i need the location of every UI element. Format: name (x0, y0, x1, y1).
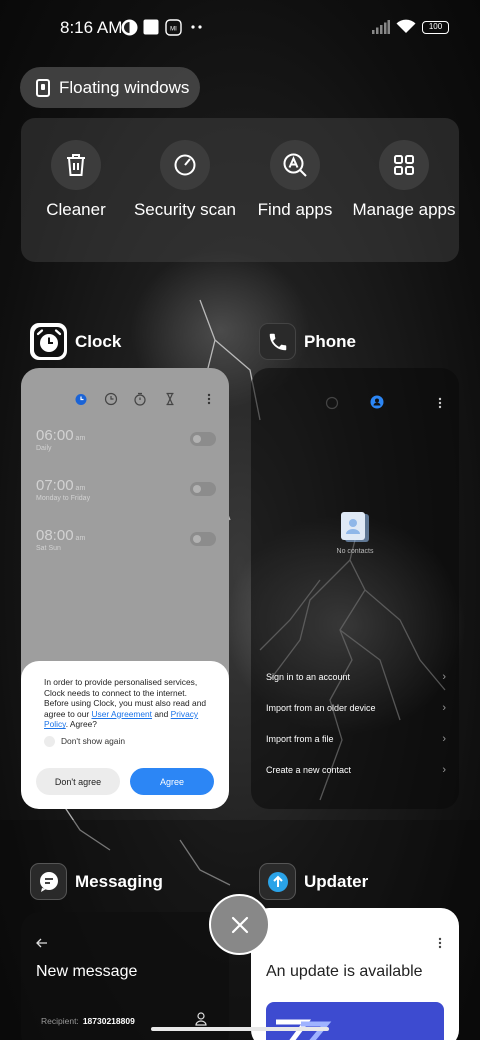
chevron-right-icon: › (442, 733, 446, 745)
no-contacts-label: No contacts (336, 548, 374, 555)
contacts-tab-icon[interactable] (370, 395, 384, 409)
wifi-icon (396, 19, 416, 33)
option-label: Import from an older device (266, 703, 376, 713)
notification-app-icon (121, 19, 138, 36)
security-scan-button[interactable]: Security scan (130, 140, 240, 220)
clock-tabs (21, 392, 229, 408)
chevron-right-icon: › (442, 764, 446, 776)
sign-in-account-option[interactable]: Sign in to an account › (266, 671, 446, 683)
floating-window-icon (36, 78, 50, 97)
floating-windows-label: Floating windows (59, 77, 190, 97)
clock-app-name: Clock (75, 331, 122, 351)
messaging-app-header[interactable]: Messaging (30, 863, 163, 900)
alarm-toggle[interactable] (190, 532, 216, 546)
battery-indicator: 100 (422, 21, 449, 34)
import-older-device-option[interactable]: Import from an older device › (266, 702, 446, 714)
phone-app-icon (259, 323, 296, 360)
messaging-app-card[interactable]: New message Recipient: 18730218809 (21, 912, 229, 1040)
checkbox-icon (44, 735, 55, 747)
updater-app-icon (259, 863, 296, 900)
find-apps-label: Find apps (257, 200, 333, 219)
alarm-repeat: Monday to Friday (36, 495, 91, 502)
option-label: Sign in to an account (266, 672, 351, 682)
alarm-row[interactable]: 07:00 am Monday to Friday (36, 477, 216, 502)
updater-app-name: Updater (304, 871, 369, 891)
new-message-title: New message (36, 963, 138, 980)
clock-app-header[interactable]: Clock (30, 323, 121, 360)
more-options-icon[interactable] (438, 397, 442, 409)
alarm-toggle[interactable] (190, 432, 216, 446)
home-indicator[interactable] (151, 1027, 329, 1031)
manage-apps-label: Manage apps (352, 200, 456, 219)
consent-dialog: In order to provide personalised service… (21, 661, 229, 809)
update-available-title: An update is available (266, 963, 423, 980)
consent-text: In order to provide personalised service… (44, 677, 207, 730)
world-clock-tab-icon[interactable] (104, 392, 118, 406)
alarm-time: 07:00 am (36, 477, 86, 494)
import-file-option[interactable]: Import from a file › (266, 733, 446, 745)
notification-square-icon (143, 19, 159, 35)
updater-app-header[interactable]: Updater (259, 863, 368, 900)
notification-mi-icon: MI (165, 19, 182, 36)
alarm-repeat: Sat Sun (36, 545, 61, 552)
alarm-tab-icon[interactable] (74, 392, 88, 406)
recipient-field[interactable]: Recipient: 18730218809 (41, 1016, 135, 1026)
stopwatch-tab-icon[interactable] (133, 392, 147, 406)
contact-picker-icon[interactable] (195, 1012, 207, 1026)
dont-agree-button[interactable]: Don't agree (36, 768, 120, 795)
recents-tab-icon[interactable] (325, 396, 339, 410)
quick-actions-panel: Cleaner Security scan Find apps Manage a… (21, 118, 459, 262)
alarm-row[interactable]: 08:00 am Sat Sun (36, 527, 216, 552)
recipient-label: Recipient: (41, 1016, 79, 1026)
more-options-icon[interactable] (207, 393, 211, 405)
back-arrow-icon[interactable] (36, 938, 48, 948)
recipient-value: 18730218809 (82, 1016, 135, 1026)
find-apps-icon (270, 140, 320, 190)
option-label: Create a new contact (266, 765, 352, 775)
update-banner-image (266, 1002, 444, 1040)
alarm-row[interactable]: 06:00 am Daily (36, 427, 216, 452)
updater-app-card[interactable]: An update is available (251, 908, 459, 1040)
create-contact-option[interactable]: Create a new contact › (266, 764, 446, 776)
cleaner-button[interactable]: Cleaner (21, 140, 131, 220)
alarm-time: 06:00 am (36, 427, 86, 444)
close-icon (231, 916, 248, 933)
phone-app-card[interactable]: No contacts Sign in to an account › Impo… (251, 368, 459, 809)
svg-text:MI: MI (170, 27, 177, 33)
messaging-app-name: Messaging (75, 871, 163, 891)
signal-icon (372, 20, 390, 34)
floating-windows-button[interactable]: Floating windows (20, 67, 200, 108)
chevron-right-icon: › (442, 702, 446, 714)
more-options-icon[interactable] (438, 937, 442, 949)
more-notifications-icon (191, 25, 202, 29)
alarm-repeat: Daily (36, 445, 52, 452)
user-agreement-link[interactable]: User Agreement (92, 709, 153, 719)
dont-show-again-label: Don't show again (61, 736, 125, 747)
manage-apps-button[interactable]: Manage apps (349, 140, 459, 220)
trash-icon (51, 140, 101, 190)
security-icon (160, 140, 210, 190)
status-bar: 8:16 AM MI 100 (0, 0, 480, 56)
alarm-toggle[interactable] (190, 482, 216, 496)
agree-button[interactable]: Agree (130, 768, 214, 795)
clear-all-button[interactable] (209, 894, 270, 955)
find-apps-button[interactable]: Find apps (240, 140, 350, 220)
messaging-app-icon (30, 863, 67, 900)
clock-app-icon (30, 323, 67, 360)
status-time: 8:16 AM (60, 18, 123, 37)
battery-level: 100 (428, 22, 443, 31)
chevron-right-icon: › (442, 671, 446, 683)
clock-app-card[interactable]: 06:00 am Daily 07:00 am Monday to Friday 0… (21, 368, 229, 809)
phone-app-name: Phone (304, 331, 356, 351)
phone-app-header[interactable]: Phone (259, 323, 356, 360)
contacts-placeholder-icon (341, 512, 369, 542)
option-label: Import from a file (266, 734, 334, 744)
dont-show-again-checkbox[interactable]: Don't show again (44, 735, 213, 747)
alarm-time: 08:00 am (36, 527, 86, 544)
timer-tab-icon[interactable] (163, 392, 177, 406)
grid-icon (379, 140, 429, 190)
cleaner-label: Cleaner (46, 200, 106, 219)
security-scan-label: Security scan (133, 200, 237, 219)
